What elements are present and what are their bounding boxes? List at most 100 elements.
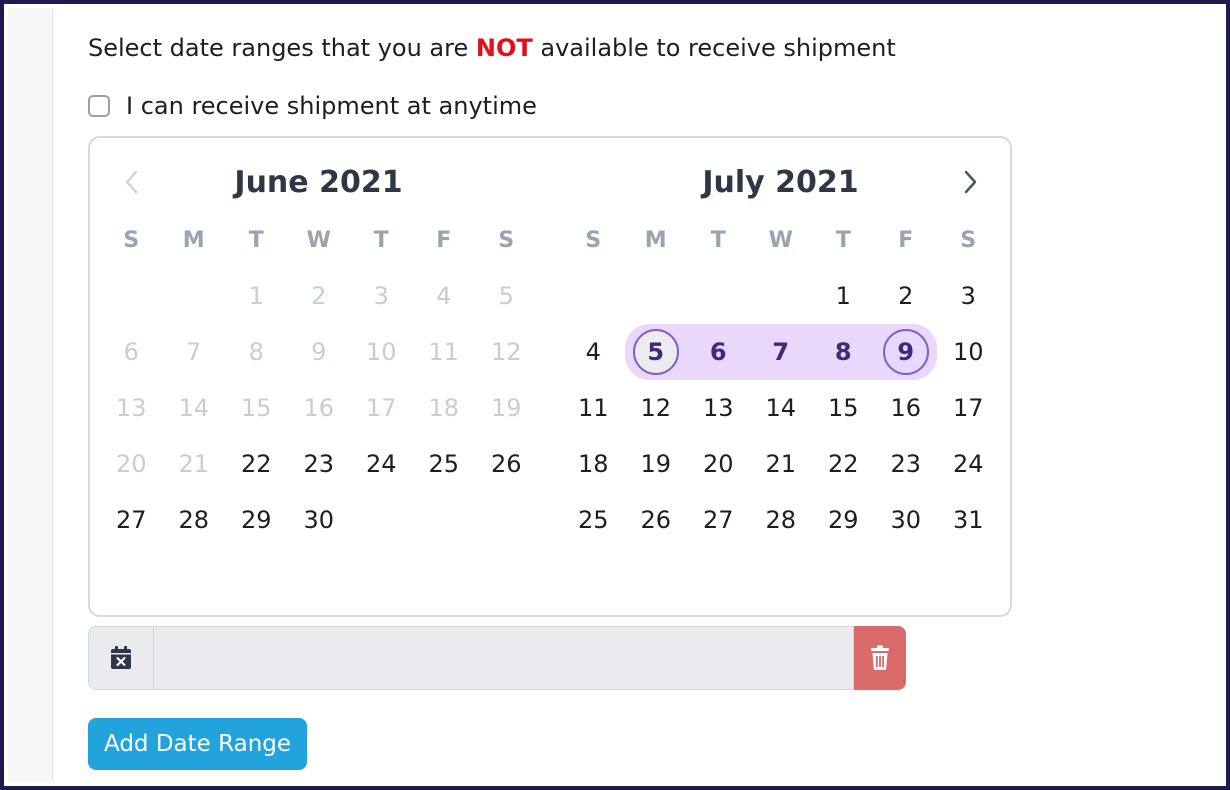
day-cell[interactable]: 19 <box>625 436 688 492</box>
day-cell: 12 <box>475 324 538 380</box>
day-number: 11 <box>577 394 609 422</box>
day-cell: 18 <box>413 380 476 436</box>
day-number: 29 <box>240 506 272 534</box>
day-number: 11 <box>428 338 460 366</box>
day-number: 15 <box>827 394 859 422</box>
month-grid-july: S M T W T F S 1 2 3 4 5 6 7 8 9 10 11 12 13 14 15 16 17 18 19 20 21… <box>562 212 1000 548</box>
day-cell: 15 <box>225 380 288 436</box>
day-cell[interactable]: 21 <box>750 436 813 492</box>
day-cell[interactable]: 8 <box>812 324 875 380</box>
day-number: 12 <box>490 338 522 366</box>
month-title-june: June 2021 <box>234 164 403 200</box>
calendar-x-icon <box>111 646 131 669</box>
day-cell[interactable]: 4 <box>562 324 625 380</box>
empty-day-cell <box>100 268 163 324</box>
delete-range-button[interactable] <box>854 626 906 690</box>
day-cell[interactable]: 29 <box>225 492 288 548</box>
day-number: 19 <box>490 394 522 422</box>
day-cell: 13 <box>100 380 163 436</box>
day-number: 4 <box>436 282 452 310</box>
day-cell[interactable]: 16 <box>875 380 938 436</box>
day-cell[interactable]: 28 <box>163 492 226 548</box>
day-number: 21 <box>178 450 210 478</box>
day-number: 31 <box>952 506 984 534</box>
day-cell: 2 <box>288 268 351 324</box>
day-cell[interactable]: 25 <box>562 492 625 548</box>
day-cell[interactable]: 14 <box>750 380 813 436</box>
day-cell[interactable]: 24 <box>937 436 1000 492</box>
day-cell[interactable]: 7 <box>749 324 812 380</box>
day-number: 12 <box>640 394 672 422</box>
day-number: 23 <box>890 450 922 478</box>
add-date-range-button[interactable]: Add Date Range <box>88 718 308 770</box>
day-cell[interactable]: 23 <box>875 436 938 492</box>
day-cell[interactable]: 2 <box>875 268 938 324</box>
day-cell[interactable]: 18 <box>562 436 625 492</box>
anytime-checkbox-label[interactable]: I can receive shipment at anytime <box>126 92 537 120</box>
day-cell[interactable]: 30 <box>875 492 938 548</box>
day-cell[interactable]: 10 <box>937 324 1000 380</box>
day-cell[interactable]: 29 <box>812 492 875 548</box>
day-number: 19 <box>640 450 672 478</box>
day-number: 22 <box>240 450 272 478</box>
day-cell[interactable]: 3 <box>937 268 1000 324</box>
day-cell[interactable]: 9 <box>874 324 937 380</box>
day-number: 6 <box>123 338 139 366</box>
day-cell: 10 <box>350 324 413 380</box>
day-cell: 4 <box>413 268 476 324</box>
day-cell[interactable]: 27 <box>687 492 750 548</box>
day-cell[interactable]: 5 <box>624 324 687 380</box>
day-number: 14 <box>178 394 210 422</box>
day-cell[interactable]: 31 <box>937 492 1000 548</box>
day-cell: 21 <box>163 436 226 492</box>
day-number: 25 <box>577 506 609 534</box>
day-cell[interactable]: 12 <box>625 380 688 436</box>
day-cell[interactable]: 15 <box>812 380 875 436</box>
day-number: 16 <box>890 394 922 422</box>
day-cell[interactable]: 25 <box>413 436 476 492</box>
day-number: 9 <box>311 338 327 366</box>
day-cell: 3 <box>350 268 413 324</box>
weekday-header: S <box>123 227 140 253</box>
day-number: 8 <box>248 338 264 366</box>
anytime-checkbox[interactable] <box>88 95 110 117</box>
day-cell: 9 <box>288 324 351 380</box>
day-cell[interactable]: 27 <box>100 492 163 548</box>
day-cell[interactable]: 28 <box>750 492 813 548</box>
day-cell: 5 <box>475 268 538 324</box>
window-frame: Select date ranges that you are NOT avai… <box>0 0 1230 790</box>
day-number: 26 <box>640 506 672 534</box>
weekday-header: T <box>248 227 264 253</box>
day-cell[interactable]: 30 <box>288 492 351 548</box>
day-number: 18 <box>577 450 609 478</box>
date-range-input[interactable] <box>154 626 854 690</box>
day-number: 6 <box>709 338 727 366</box>
day-number: 10 <box>365 338 397 366</box>
day-cell: 11 <box>413 324 476 380</box>
day-number: 2 <box>898 282 914 310</box>
day-number: 30 <box>303 506 335 534</box>
day-cell[interactable]: 1 <box>812 268 875 324</box>
day-cell[interactable]: 24 <box>350 436 413 492</box>
day-number: 27 <box>115 506 147 534</box>
day-cell[interactable]: 22 <box>812 436 875 492</box>
weekday-header: F <box>436 227 452 253</box>
day-cell[interactable]: 20 <box>687 436 750 492</box>
day-cell[interactable]: 13 <box>687 380 750 436</box>
day-cell[interactable]: 6 <box>687 324 750 380</box>
day-number: 8 <box>834 338 852 366</box>
day-cell: 14 <box>163 380 226 436</box>
day-cell: 7 <box>163 324 226 380</box>
day-number: 28 <box>178 506 210 534</box>
day-cell[interactable]: 23 <box>288 436 351 492</box>
day-number: 20 <box>115 450 147 478</box>
day-cell[interactable]: 17 <box>937 380 1000 436</box>
day-cell[interactable]: 11 <box>562 380 625 436</box>
day-cell: 16 <box>288 380 351 436</box>
day-cell[interactable]: 26 <box>475 436 538 492</box>
day-cell[interactable]: 22 <box>225 436 288 492</box>
day-cell[interactable]: 26 <box>625 492 688 548</box>
day-number: 1 <box>248 282 264 310</box>
anytime-option[interactable]: I can receive shipment at anytime <box>88 90 537 122</box>
day-number: 1 <box>835 282 851 310</box>
